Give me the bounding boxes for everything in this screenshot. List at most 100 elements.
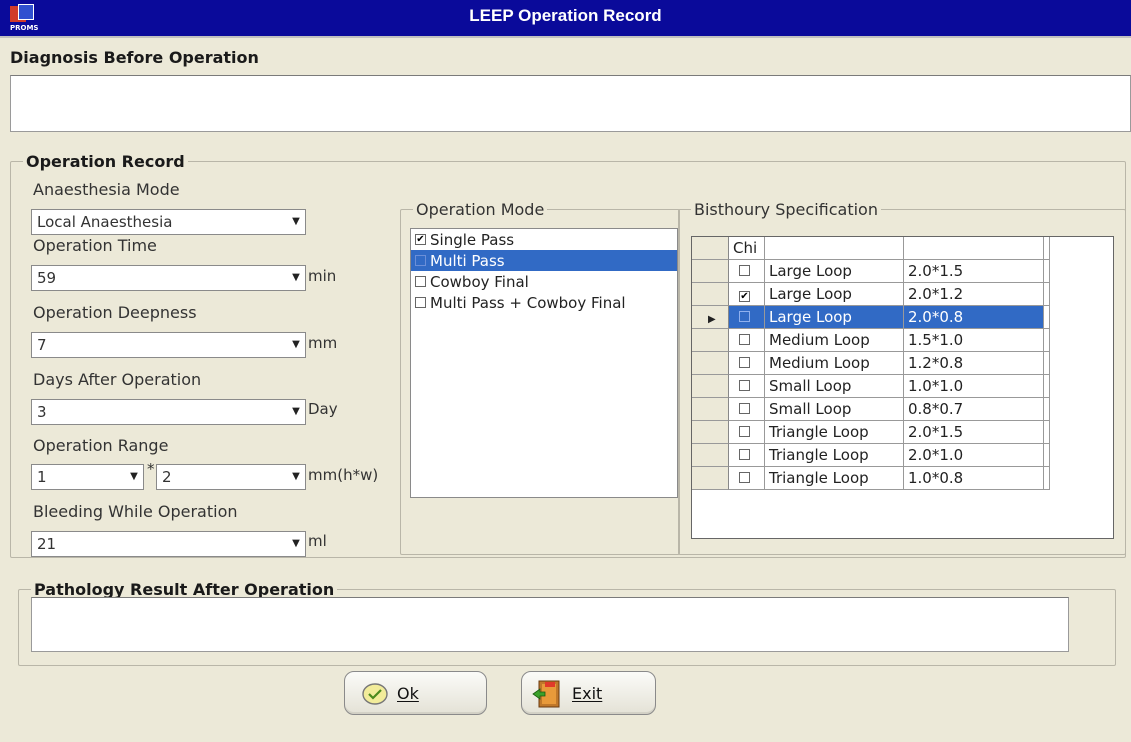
anaesthesia-mode-select[interactable]: Local Anaesthesia ▼ [31,209,306,235]
row-name-cell: Medium Loop [765,352,904,375]
row-size-cell: 1.2*0.8 [904,352,1044,375]
operation-deepness-select[interactable]: 7 ▼ [31,332,306,358]
exit-door-icon [532,680,560,708]
row-name-cell: Triangle Loop [765,467,904,490]
row-name-cell: Small Loop [765,375,904,398]
grid-column-header[interactable]: Chi [729,237,765,260]
row-end-cell [1044,283,1050,306]
operation-time-value: 59 [37,269,57,287]
chevron-down-icon[interactable]: ▼ [289,213,303,231]
bleeding-label: Bleeding While Operation [33,502,238,521]
checkbox-checked-icon[interactable]: ✔ [415,234,426,245]
operation-time-select[interactable]: 59 ▼ [31,265,306,291]
bisthoury-grid[interactable]: Chi Large Loop 2.0*1.5 ✔ Large Loop 2.0*1.2 ▶ L… [691,236,1114,539]
row-end-cell [1044,398,1050,421]
row-indicator[interactable] [692,467,729,490]
pathology-textarea[interactable] [31,597,1069,652]
grid-column-header-end [1044,237,1050,260]
checkbox-icon[interactable] [739,311,750,322]
row-end-cell [1044,421,1050,444]
operation-deepness-label: Operation Deepness [33,303,197,322]
row-indicator[interactable] [692,375,729,398]
row-indicator[interactable] [692,283,729,306]
row-end-cell [1044,375,1050,398]
row-size-cell: 1.5*1.0 [904,329,1044,352]
operation-mode-item[interactable]: Cowboy Final [411,271,677,292]
row-checkbox-cell[interactable] [729,467,765,490]
operation-mode-item[interactable]: ✔ Single Pass [411,229,677,250]
chevron-down-icon[interactable]: ▼ [289,535,303,553]
checkbox-icon[interactable] [415,276,426,287]
days-after-operation-label: Days After Operation [33,370,202,389]
operation-mode-item[interactable]: Multi Pass + Cowboy Final [411,292,677,313]
checkbox-icon[interactable] [415,255,426,266]
row-checkbox-cell[interactable] [729,421,765,444]
checkbox-checked-icon[interactable]: ✔ [739,291,750,302]
operation-range-w-select[interactable]: 2 ▼ [156,464,306,490]
row-indicator[interactable] [692,352,729,375]
row-size-cell: 1.0*0.8 [904,467,1044,490]
row-end-cell [1044,329,1050,352]
ok-button-label: Ok [397,684,419,703]
days-after-operation-value: 3 [37,403,47,421]
row-name-cell: Large Loop [765,260,904,283]
operation-mode-item-label: Single Pass [430,230,515,249]
row-checkbox-cell[interactable] [729,306,765,329]
chevron-down-icon[interactable]: ▼ [289,269,303,287]
window-title: LEEP Operation Record [469,6,662,25]
row-indicator[interactable] [692,444,729,467]
checkbox-icon[interactable] [739,449,750,460]
row-indicator[interactable] [692,421,729,444]
row-indicator[interactable] [692,260,729,283]
checkbox-icon[interactable] [739,403,750,414]
anaesthesia-mode-value: Local Anaesthesia [37,213,173,231]
bleeding-select[interactable]: 21 ▼ [31,531,306,557]
checkbox-icon[interactable] [739,426,750,437]
operation-range-h-select[interactable]: 1 ▼ [31,464,144,490]
row-checkbox-cell[interactable] [729,352,765,375]
chevron-down-icon[interactable]: ▼ [289,336,303,354]
row-name-cell: Large Loop [765,283,904,306]
row-size-cell: 2.0*0.8 [904,306,1044,329]
checkbox-icon[interactable] [739,357,750,368]
chevron-down-icon[interactable]: ▼ [289,468,303,486]
operation-mode-item-label: Multi Pass + Cowboy Final [430,293,626,312]
row-checkbox-cell[interactable] [729,329,765,352]
exit-button-label: Exit [572,684,603,703]
row-end-cell [1044,444,1050,467]
checkbox-icon[interactable] [739,265,750,276]
operation-deepness-unit: mm [308,334,338,352]
row-checkbox-cell[interactable] [729,260,765,283]
row-checkbox-cell[interactable] [729,375,765,398]
checkbox-icon[interactable] [415,297,426,308]
days-after-operation-select[interactable]: 3 ▼ [31,399,306,425]
row-checkbox-cell[interactable]: ✔ [729,283,765,306]
chevron-down-icon[interactable]: ▼ [289,403,303,421]
grid-column-header[interactable] [765,237,904,260]
diagnosis-textarea[interactable] [10,75,1131,132]
diagnosis-label: Diagnosis Before Operation [10,48,259,67]
row-indicator[interactable] [692,398,729,421]
checkbox-icon[interactable] [739,472,750,483]
chevron-down-icon[interactable]: ▼ [127,468,141,486]
operation-range-unit: mm(h*w) [308,466,379,484]
ok-button[interactable]: Ok [344,671,487,715]
operation-time-unit: min [308,267,337,285]
row-checkbox-cell[interactable] [729,444,765,467]
row-indicator[interactable] [692,329,729,352]
row-end-cell [1044,467,1050,490]
row-checkbox-cell[interactable] [729,398,765,421]
row-size-cell: 2.0*1.0 [904,444,1044,467]
row-indicator[interactable]: ▶ [692,306,729,329]
row-size-cell: 0.8*0.7 [904,398,1044,421]
operation-mode-item[interactable]: Multi Pass [411,250,677,271]
operation-range-label: Operation Range [33,436,169,455]
checkbox-icon[interactable] [739,334,750,345]
title-bar[interactable]: PROMS LEEP Operation Record [0,0,1131,38]
row-name-cell: Small Loop [765,398,904,421]
exit-button[interactable]: Exit [521,671,656,715]
operation-time-label: Operation Time [33,236,157,255]
grid-column-header[interactable] [904,237,1044,260]
checkbox-icon[interactable] [739,380,750,391]
operation-mode-list[interactable]: ✔ Single Pass Multi Pass Cowboy Final Multi … [410,228,678,498]
